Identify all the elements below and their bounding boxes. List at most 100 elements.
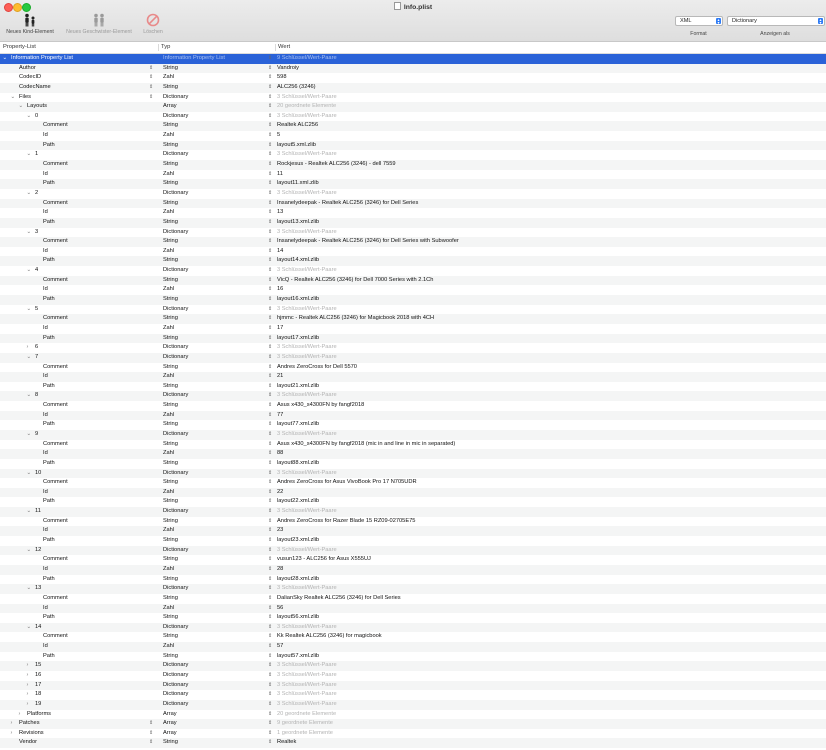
row-key[interactable]: Path — [43, 334, 55, 344]
row-key[interactable]: 8 — [35, 391, 38, 401]
plist-row[interactable]: › Patches ⇕ Array ⇕ 9 geordnete Elemente — [0, 719, 826, 729]
plist-row[interactable]: ⌄ 14 Dictionary ⇕ 3 Schlüssel/Wert-Paare — [0, 622, 826, 633]
plist-row[interactable]: › Revisions ⇕ Array ⇕ 1 geordnete Elemente — [0, 729, 826, 739]
row-type[interactable]: Zahl — [163, 247, 174, 257]
type-stepper-icon[interactable]: ⇕ — [268, 179, 272, 189]
row-type[interactable]: Zahl — [163, 604, 174, 614]
row-key[interactable]: Id — [43, 449, 48, 459]
plist-row[interactable]: Comment String ⇕ DalianSky Realtek ALC256 (… — [0, 594, 826, 604]
row-type[interactable]: String — [163, 314, 178, 324]
type-stepper-icon[interactable]: ⇕ — [268, 604, 272, 614]
key-stepper-icon[interactable]: ⇕ — [149, 729, 153, 739]
type-stepper-icon[interactable]: ⇕ — [268, 391, 272, 401]
row-key[interactable]: Comment — [43, 276, 68, 286]
row-key[interactable]: Comment — [43, 555, 68, 565]
row-value[interactable]: 77 — [277, 411, 283, 421]
row-type[interactable]: String — [163, 382, 178, 392]
row-key[interactable]: 17 — [35, 681, 41, 691]
row-key[interactable]: Path — [43, 652, 55, 662]
plist-row[interactable]: Path String ⇕ layout28.xml.zlib — [0, 575, 826, 585]
row-value[interactable]: layout11.xml.zlib — [277, 179, 319, 189]
row-type[interactable]: Array — [163, 729, 177, 739]
type-stepper-icon[interactable]: ⇕ — [268, 334, 272, 344]
row-type[interactable]: String — [163, 613, 178, 623]
row-value[interactable]: Andres ZeroCross for Asus VivoBook Pro 1… — [277, 478, 417, 488]
row-type[interactable]: Zahl — [163, 170, 174, 180]
plist-row[interactable]: Comment String ⇕ Insanelydeepak - Realtek A… — [0, 198, 826, 209]
plist-row[interactable]: Path String ⇕ layout56.xml.zlib — [0, 613, 826, 623]
type-stepper-icon[interactable]: ⇕ — [268, 478, 272, 488]
plist-row[interactable]: › 6 Dictionary ⇕ 3 Schlüssel/Wert-Paare — [0, 343, 826, 353]
row-key[interactable]: Comment — [43, 237, 68, 247]
row-key[interactable]: Information Property List — [11, 54, 73, 64]
row-type[interactable]: Array — [163, 719, 177, 729]
type-stepper-icon[interactable]: ⇕ — [268, 160, 272, 170]
row-key[interactable]: 12 — [35, 546, 41, 556]
plist-row[interactable]: Id Zahl ⇕ 28 — [0, 564, 826, 575]
row-value[interactable]: layout22.xml.zlib — [277, 497, 319, 507]
row-type[interactable]: String — [163, 478, 178, 488]
row-key[interactable]: Path — [43, 179, 55, 189]
format-popup[interactable]: XML ▴ ▾ — [675, 16, 723, 26]
row-key[interactable]: 15 — [35, 661, 41, 671]
row-key[interactable]: Path — [43, 536, 55, 546]
type-stepper-icon[interactable]: ⇕ — [268, 363, 272, 373]
row-key[interactable]: Id — [43, 208, 48, 218]
plist-row[interactable]: Comment String ⇕ Insanelydeepak - Realtek A… — [0, 237, 826, 247]
type-stepper-icon[interactable]: ⇕ — [268, 237, 272, 247]
type-stepper-icon[interactable]: ⇕ — [268, 681, 272, 691]
type-stepper-icon[interactable]: ⇕ — [268, 112, 272, 122]
row-value[interactable]: ALC256 (3246) — [277, 83, 316, 93]
row-value[interactable]: Asus x430_s4300FN by fangf2018 (mic in a… — [277, 440, 455, 450]
plist-row[interactable]: ⌄ 10 Dictionary ⇕ 3 Schlüssel/Wert-Paare — [0, 468, 826, 479]
type-stepper-icon[interactable]: ⇕ — [268, 710, 272, 720]
row-key[interactable]: Files — [19, 93, 31, 103]
type-stepper-icon[interactable]: ⇕ — [268, 430, 272, 440]
row-type[interactable]: Dictionary — [163, 305, 188, 315]
row-type[interactable]: Dictionary — [163, 391, 188, 401]
row-value[interactable]: Andres ZeroCross for Dell 5570 — [277, 363, 357, 373]
disclosure-open-icon[interactable]: ⌄ — [27, 584, 32, 594]
row-key[interactable]: Path — [43, 218, 55, 228]
column-divider[interactable] — [275, 44, 276, 51]
row-value[interactable]: 13 — [277, 208, 283, 218]
plist-row[interactable]: Path String ⇕ layout21.xml.zlib — [0, 382, 826, 392]
row-key[interactable]: Path — [43, 459, 55, 469]
type-stepper-icon[interactable]: ⇕ — [268, 170, 272, 180]
row-type[interactable]: Dictionary — [163, 353, 188, 363]
row-type[interactable]: Dictionary — [163, 681, 188, 691]
row-type[interactable]: Array — [163, 102, 177, 112]
column-header-type[interactable]: Typ — [161, 42, 170, 53]
row-key[interactable]: Patches — [19, 719, 40, 729]
row-key[interactable]: 1 — [35, 150, 38, 160]
plist-row[interactable]: Id Zahl ⇕ 22 — [0, 487, 826, 498]
row-type[interactable]: String — [163, 420, 178, 430]
type-stepper-icon[interactable]: ⇕ — [268, 411, 272, 421]
type-stepper-icon[interactable]: ⇕ — [268, 440, 272, 450]
type-stepper-icon[interactable]: ⇕ — [268, 584, 272, 594]
row-type[interactable]: String — [163, 256, 178, 266]
row-type[interactable]: Dictionary — [163, 507, 188, 517]
plist-row[interactable]: ⌄ Information Property List Information Pr… — [0, 54, 826, 64]
row-key[interactable]: Comment — [43, 517, 68, 527]
row-type[interactable]: String — [163, 575, 178, 585]
plist-row[interactable]: › 15 Dictionary ⇕ 3 Schlüssel/Wert-Paare — [0, 661, 826, 671]
row-value[interactable]: 21 — [277, 372, 283, 382]
key-stepper-icon[interactable]: ⇕ — [149, 93, 153, 103]
plist-row[interactable]: Comment String ⇕ Andres ZeroCross for Dell … — [0, 363, 826, 373]
row-type[interactable]: Dictionary — [163, 623, 188, 633]
row-value[interactable]: Insanelydeepak - Realtek ALC256 (3246) f… — [277, 237, 459, 247]
type-stepper-icon[interactable]: ⇕ — [268, 488, 272, 498]
row-key[interactable]: CodecID — [19, 73, 41, 83]
row-key[interactable]: 10 — [35, 469, 41, 479]
row-key[interactable]: Comment — [43, 363, 68, 373]
row-value[interactable]: 28 — [277, 565, 283, 575]
type-stepper-icon[interactable]: ⇕ — [268, 324, 272, 334]
disclosure-open-icon[interactable]: ⌄ — [11, 93, 16, 103]
disclosure-open-icon[interactable]: ⌄ — [27, 546, 32, 556]
plist-row[interactable]: Path String ⇕ layout14.xml.zlib — [0, 256, 826, 267]
row-value[interactable]: Asus x430_s4300FN by fangf2018 — [277, 401, 364, 411]
disclosure-open-icon[interactable]: ⌄ — [27, 623, 32, 633]
row-type[interactable]: Dictionary — [163, 584, 188, 594]
row-key[interactable]: 0 — [35, 112, 38, 122]
